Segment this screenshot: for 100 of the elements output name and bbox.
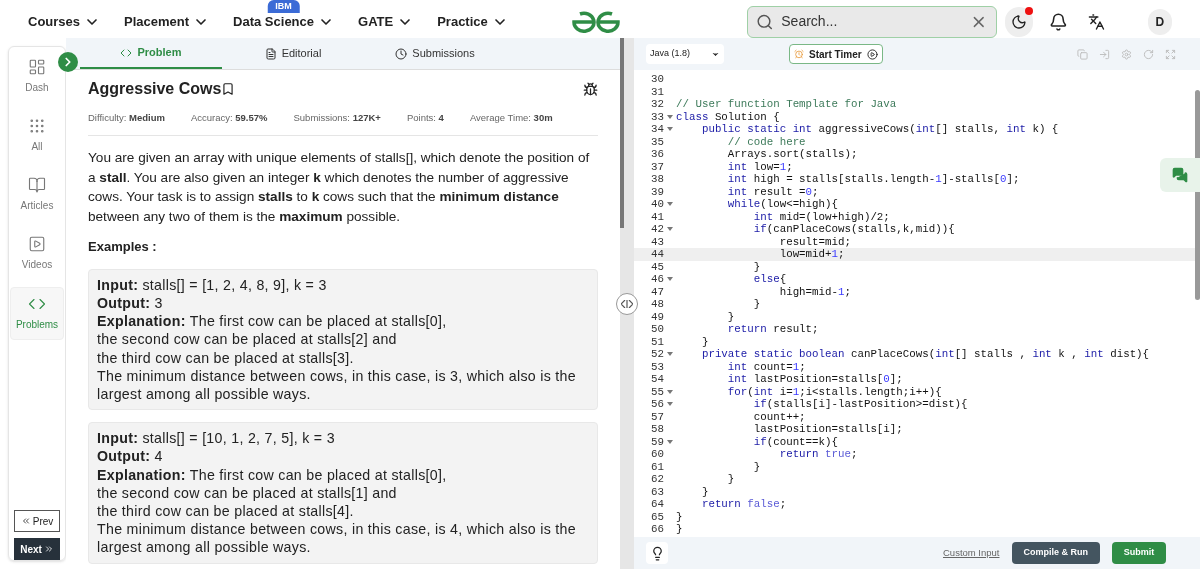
fold-caret-icon[interactable] xyxy=(667,389,673,394)
line-number: 58 xyxy=(650,423,664,436)
input-value: stalls[] = [1, 2, 4, 8, 9], k = 3 xyxy=(142,276,327,293)
tab[interactable]: Problem xyxy=(80,38,222,69)
fold-caret-icon[interactable] xyxy=(667,402,673,407)
line-number: 63 xyxy=(650,485,664,498)
problem-meta: Submissions: 127K+ xyxy=(293,111,381,125)
submit-button[interactable]: Submit xyxy=(1112,542,1166,564)
code-line: } xyxy=(752,298,761,311)
code-line: } xyxy=(676,510,683,523)
nav-menu-item[interactable]: Placement xyxy=(124,11,210,32)
explanation-text: the third cow can be placed at stalls[3]. xyxy=(97,348,355,367)
resize-arrows-icon xyxy=(621,299,633,308)
translate-icon[interactable] xyxy=(1087,12,1105,31)
sidebar-item[interactable]: Articles xyxy=(10,169,64,220)
sidebar-item[interactable]: All xyxy=(10,110,64,161)
code-line: } xyxy=(752,460,761,473)
fold-caret-icon[interactable] xyxy=(667,114,673,119)
prev-button[interactable]: Prev xyxy=(14,510,60,532)
code-line: class Solution { xyxy=(676,110,780,123)
fold-caret-icon[interactable] xyxy=(667,439,673,444)
sidebar-item[interactable]: Problems xyxy=(10,287,64,340)
line-number: 48 xyxy=(650,298,664,311)
chat-button[interactable] xyxy=(1160,158,1200,192)
code-line: public static int aggressiveCows(int[] stalls, int k) { xyxy=(700,123,1059,136)
examples-heading: Examples : xyxy=(88,238,158,257)
line-number: 46 xyxy=(650,273,664,286)
line-number: 41 xyxy=(650,210,664,223)
code-line: } xyxy=(676,523,683,536)
code-line: high=mid-1; xyxy=(778,285,851,298)
custom-input-link[interactable]: Custom Input xyxy=(943,545,1000,561)
line-number: 53 xyxy=(650,360,664,373)
start-timer-button[interactable]: Start Timer xyxy=(789,44,883,64)
search-bar[interactable]: Search... xyxy=(746,5,997,38)
logo-icon[interactable] xyxy=(571,10,620,33)
code-line: if(count==k){ xyxy=(752,435,838,448)
nav-menu-item[interactable]: Practice xyxy=(437,11,508,32)
nav-menu-item[interactable]: Courses xyxy=(28,11,101,32)
line-number: 31 xyxy=(650,85,664,98)
line-number: 55 xyxy=(650,385,664,398)
line-number: 65 xyxy=(650,510,664,523)
code-line: } xyxy=(726,310,735,323)
problem-meta: Difficulty: Medium xyxy=(88,111,165,125)
line-number: 45 xyxy=(650,260,664,273)
avatar[interactable]: D xyxy=(1147,8,1172,35)
line-number: 60 xyxy=(650,448,664,461)
code-line: // User function Template for Java xyxy=(676,98,897,111)
input-label: Input: xyxy=(97,430,139,447)
fold-caret-icon[interactable] xyxy=(667,127,673,132)
line-number: 44 xyxy=(650,248,664,261)
code-line: int low=1; xyxy=(726,160,793,173)
nav-menu-item[interactable]: Data Science xyxy=(233,11,334,32)
fold-caret-icon[interactable] xyxy=(667,227,673,232)
compile-run-button[interactable]: Compile & Run xyxy=(1011,542,1100,564)
tab[interactable]: Editorial xyxy=(222,38,364,69)
sidebar-item[interactable]: Dash xyxy=(10,51,64,102)
problem-title: Aggressive Cows xyxy=(88,79,222,99)
problem-description: You are given an array with unique elements of stalls[], which denote the position of a stall. You are also given an integer k which denotes the number of aggressive cows. Your task is to assign stalls to k cows such that the minimum distance between any two of them is the maximum possible. xyxy=(88,149,591,226)
code-line: int result =0; xyxy=(726,185,819,198)
search-icon xyxy=(755,12,774,31)
chat-icon xyxy=(1172,167,1188,183)
line-number: 33 xyxy=(650,110,664,123)
code-line: } xyxy=(752,260,761,273)
line-number: 54 xyxy=(650,373,664,386)
next-button[interactable]: Next xyxy=(14,538,60,560)
bell-icon[interactable] xyxy=(1048,11,1068,32)
code-line: if(stalls[i]-lastPosition>=dist){ xyxy=(752,398,968,411)
line-number: 32 xyxy=(650,98,664,111)
nav-menu-item[interactable]: GATE xyxy=(358,11,414,32)
sidebar-item[interactable]: Videos xyxy=(10,228,64,279)
tab[interactable]: Submissions xyxy=(364,38,506,69)
fold-caret-icon[interactable] xyxy=(667,352,673,357)
line-number: 30 xyxy=(650,73,664,86)
bookmark-icon[interactable] xyxy=(221,82,236,96)
code-line: return false; xyxy=(700,498,787,511)
code-line: result=mid; xyxy=(778,235,851,248)
book-icon xyxy=(28,176,46,194)
fold-caret-icon[interactable] xyxy=(667,277,673,282)
double-chevron-right-icon xyxy=(43,544,54,554)
code-line: count++; xyxy=(752,410,806,423)
line-number: 37 xyxy=(650,160,664,173)
line-number: 47 xyxy=(650,285,664,298)
code-line: low=mid+1; xyxy=(778,248,845,261)
problem-meta: Average Time: 30m xyxy=(469,111,553,125)
moon-icon xyxy=(1010,13,1027,30)
input-label: Input: xyxy=(97,276,139,293)
dark-mode-button[interactable] xyxy=(1004,6,1033,37)
bug-icon[interactable] xyxy=(583,81,598,97)
line-number: 52 xyxy=(650,348,664,361)
output-label: Output: xyxy=(97,294,151,311)
fold-caret-icon[interactable] xyxy=(667,202,673,207)
panel-scrollbar[interactable] xyxy=(620,38,624,228)
search-field[interactable]: Search... xyxy=(781,11,963,32)
line-number: 57 xyxy=(650,410,664,423)
language-select[interactable]: Java (1.8) xyxy=(646,44,724,64)
code-editor[interactable] xyxy=(634,70,1200,537)
play-icon xyxy=(28,235,46,253)
line-number: 36 xyxy=(650,148,664,161)
line-number: 59 xyxy=(650,435,664,448)
line-number: 50 xyxy=(650,323,664,336)
